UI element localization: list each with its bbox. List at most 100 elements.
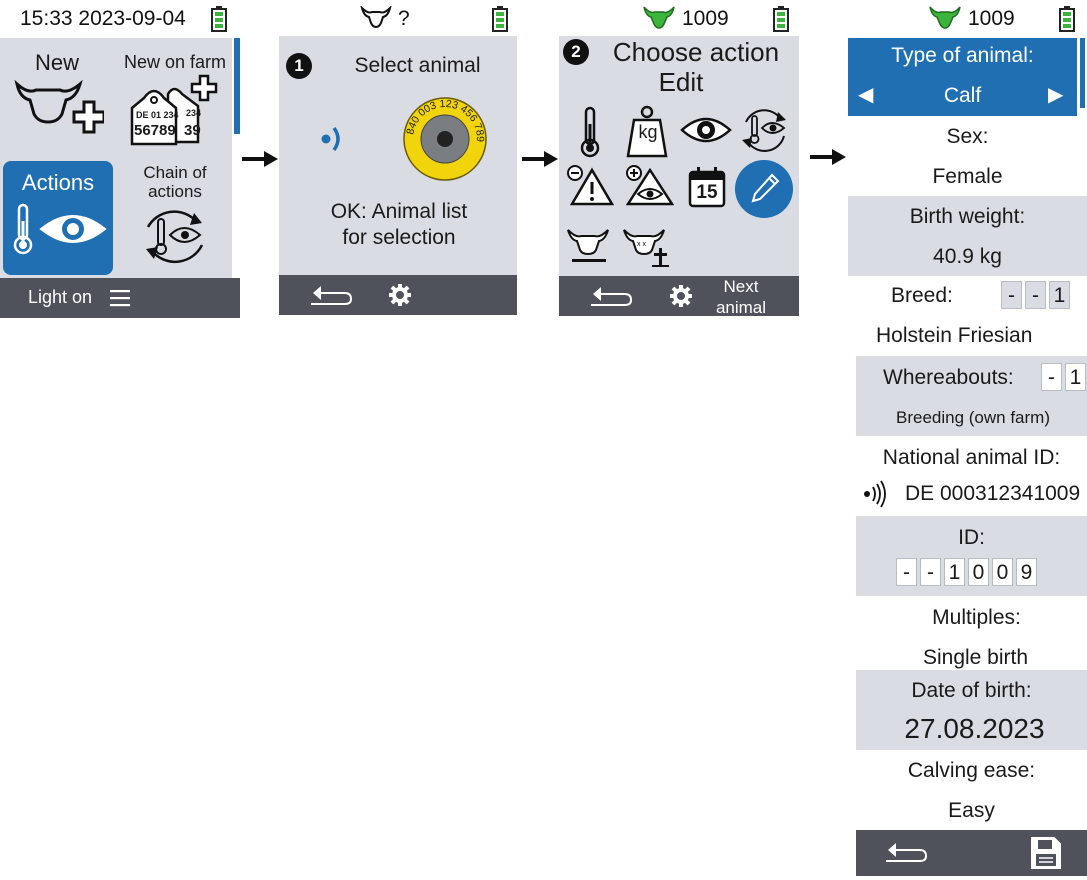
battery-icon	[211, 6, 227, 32]
sex-label: Sex:	[946, 125, 989, 148]
next-arrow-icon[interactable]: ▶	[1048, 82, 1063, 107]
tag-back-big-text: 39	[184, 122, 201, 139]
warning-minus-icon[interactable]	[566, 164, 614, 206]
rfid-signal-icon	[864, 480, 886, 508]
status-unknown: ?	[398, 4, 410, 34]
chain-cycle-icon[interactable]	[740, 104, 790, 156]
breed-value: Holstein Friesian	[876, 324, 1033, 347]
whereabouts-digit: -	[1041, 363, 1062, 391]
cow-remove-icon[interactable]	[566, 226, 610, 266]
tag-small-text: DE 01 234	[136, 110, 179, 120]
calendar-day-label: 15	[696, 182, 718, 203]
step-badge: 2	[563, 39, 589, 65]
cow-add-icon	[14, 79, 104, 134]
new-on-farm-tile[interactable]: New on farm DE 01 234 56789 234 39	[118, 40, 232, 158]
cow-head-icon	[360, 6, 392, 28]
hint-line-2: for selection	[342, 226, 456, 249]
chain-of-actions-tile[interactable]: Chain of actions	[118, 161, 232, 275]
id-digit: -	[920, 558, 941, 586]
ear-tag-button-icon: 840 003 123 456 789	[403, 97, 487, 181]
settings-gear-icon[interactable]	[670, 285, 692, 307]
id-digit: 9	[1016, 558, 1037, 586]
calving-ease-value[interactable]: Easy	[856, 799, 1087, 823]
new-label: New	[34, 50, 79, 75]
battery-icon	[1059, 6, 1075, 32]
calving-ease-label: Calving ease:	[907, 759, 1036, 782]
light-toggle-label[interactable]: Light on	[28, 287, 92, 308]
thermometer-eye-icon	[13, 203, 107, 255]
settings-gear-icon[interactable]	[389, 284, 411, 306]
status-animal-id: 1009	[968, 4, 1015, 34]
dob-label: Date of birth:	[911, 679, 1032, 702]
menu-icon[interactable]	[110, 289, 130, 307]
svg-text:x x: x x	[637, 241, 646, 248]
status-animal-id: 1009	[682, 4, 729, 34]
type-label: Type of animal:	[891, 44, 1034, 67]
actions-tile[interactable]: Actions	[3, 161, 113, 275]
back-icon[interactable]	[589, 284, 633, 308]
id-label: ID:	[958, 526, 985, 549]
breed-digit: -	[1001, 281, 1022, 309]
birth-weight-value[interactable]: 40.9 kg	[848, 245, 1087, 269]
actions-label: Actions	[21, 170, 95, 195]
whereabouts-code-input[interactable]: - 1	[1038, 363, 1086, 391]
save-icon[interactable]	[1030, 836, 1062, 870]
next-label-1: Next	[723, 277, 759, 296]
next-animal-button[interactable]: Next animal	[709, 276, 773, 318]
pencil-icon	[751, 173, 780, 203]
status-id-text: 1009	[968, 7, 1015, 30]
breed-label: Breed:	[891, 284, 953, 307]
type-value: Calf	[943, 84, 982, 107]
watch-plus-icon[interactable]	[624, 164, 674, 206]
id-digit: 1	[944, 558, 965, 586]
next-label-2: animal	[715, 298, 767, 317]
new-on-farm-label: New on farm	[123, 52, 227, 72]
back-icon[interactable]	[309, 283, 353, 307]
id-digit: 0	[992, 558, 1013, 586]
edit-button[interactable]	[735, 160, 793, 218]
bottom-bar: Light on	[0, 278, 240, 318]
eye-icon[interactable]	[680, 114, 732, 146]
bottom-bar	[856, 830, 1087, 876]
status-id-text: 1009	[682, 7, 729, 30]
flow-arrow-icon	[810, 149, 846, 165]
flow-arrow-icon	[522, 151, 558, 167]
national-id-value: DE 000312341009	[905, 482, 1081, 505]
whereabouts-digit: 1	[1065, 363, 1086, 391]
multiples-label: Multiples:	[932, 606, 1021, 629]
flow-arrow-icon	[242, 151, 278, 167]
sex-value[interactable]: Female	[848, 165, 1087, 189]
select-animal-title: Select animal	[354, 54, 481, 77]
chain-label-2: actions	[148, 182, 202, 201]
weight-unit-label: kg	[638, 122, 658, 142]
id-digit: 0	[968, 558, 989, 586]
cow-dead-icon[interactable]: x x	[622, 226, 672, 268]
dob-value[interactable]: 27.08.2023	[856, 713, 1087, 745]
id-digit: -	[896, 558, 917, 586]
multiples-value[interactable]: Single birth	[856, 646, 1087, 670]
breed-code-input[interactable]: - - 1	[998, 281, 1070, 309]
rfid-signal-icon	[321, 126, 340, 152]
bottom-bar	[279, 275, 517, 315]
status-bar: 15:33 2023-09-04	[20, 4, 186, 34]
cow-head-green-icon	[929, 6, 961, 29]
breed-digit: 1	[1049, 281, 1070, 309]
thermometer-icon[interactable]	[578, 106, 602, 158]
scrollbar[interactable]	[1080, 38, 1085, 108]
type-of-animal-selector[interactable]: Type of animal: ◀ Calf ▶	[848, 38, 1077, 116]
new-animal-tile[interactable]: New	[0, 40, 114, 158]
battery-icon	[773, 6, 789, 32]
chain-cycle-icon	[146, 210, 204, 264]
chain-label-1: Chain of	[143, 163, 207, 182]
scrollbar[interactable]	[234, 38, 240, 134]
step-badge: 1	[286, 53, 312, 79]
bottom-bar: Next animal	[559, 276, 799, 318]
birth-weight-label: Birth weight:	[909, 205, 1026, 228]
tag-big-text: 56789	[134, 122, 176, 139]
choose-action-title: Choose action	[612, 37, 780, 67]
hint-line-1: OK: Animal list	[330, 200, 468, 223]
whereabouts-value: Breeding (own farm)	[895, 408, 1050, 427]
tag-back-small-text: 234	[186, 108, 202, 118]
id-code-input[interactable]: - - 1 0 0 9	[893, 558, 1037, 586]
back-icon[interactable]	[884, 840, 928, 864]
